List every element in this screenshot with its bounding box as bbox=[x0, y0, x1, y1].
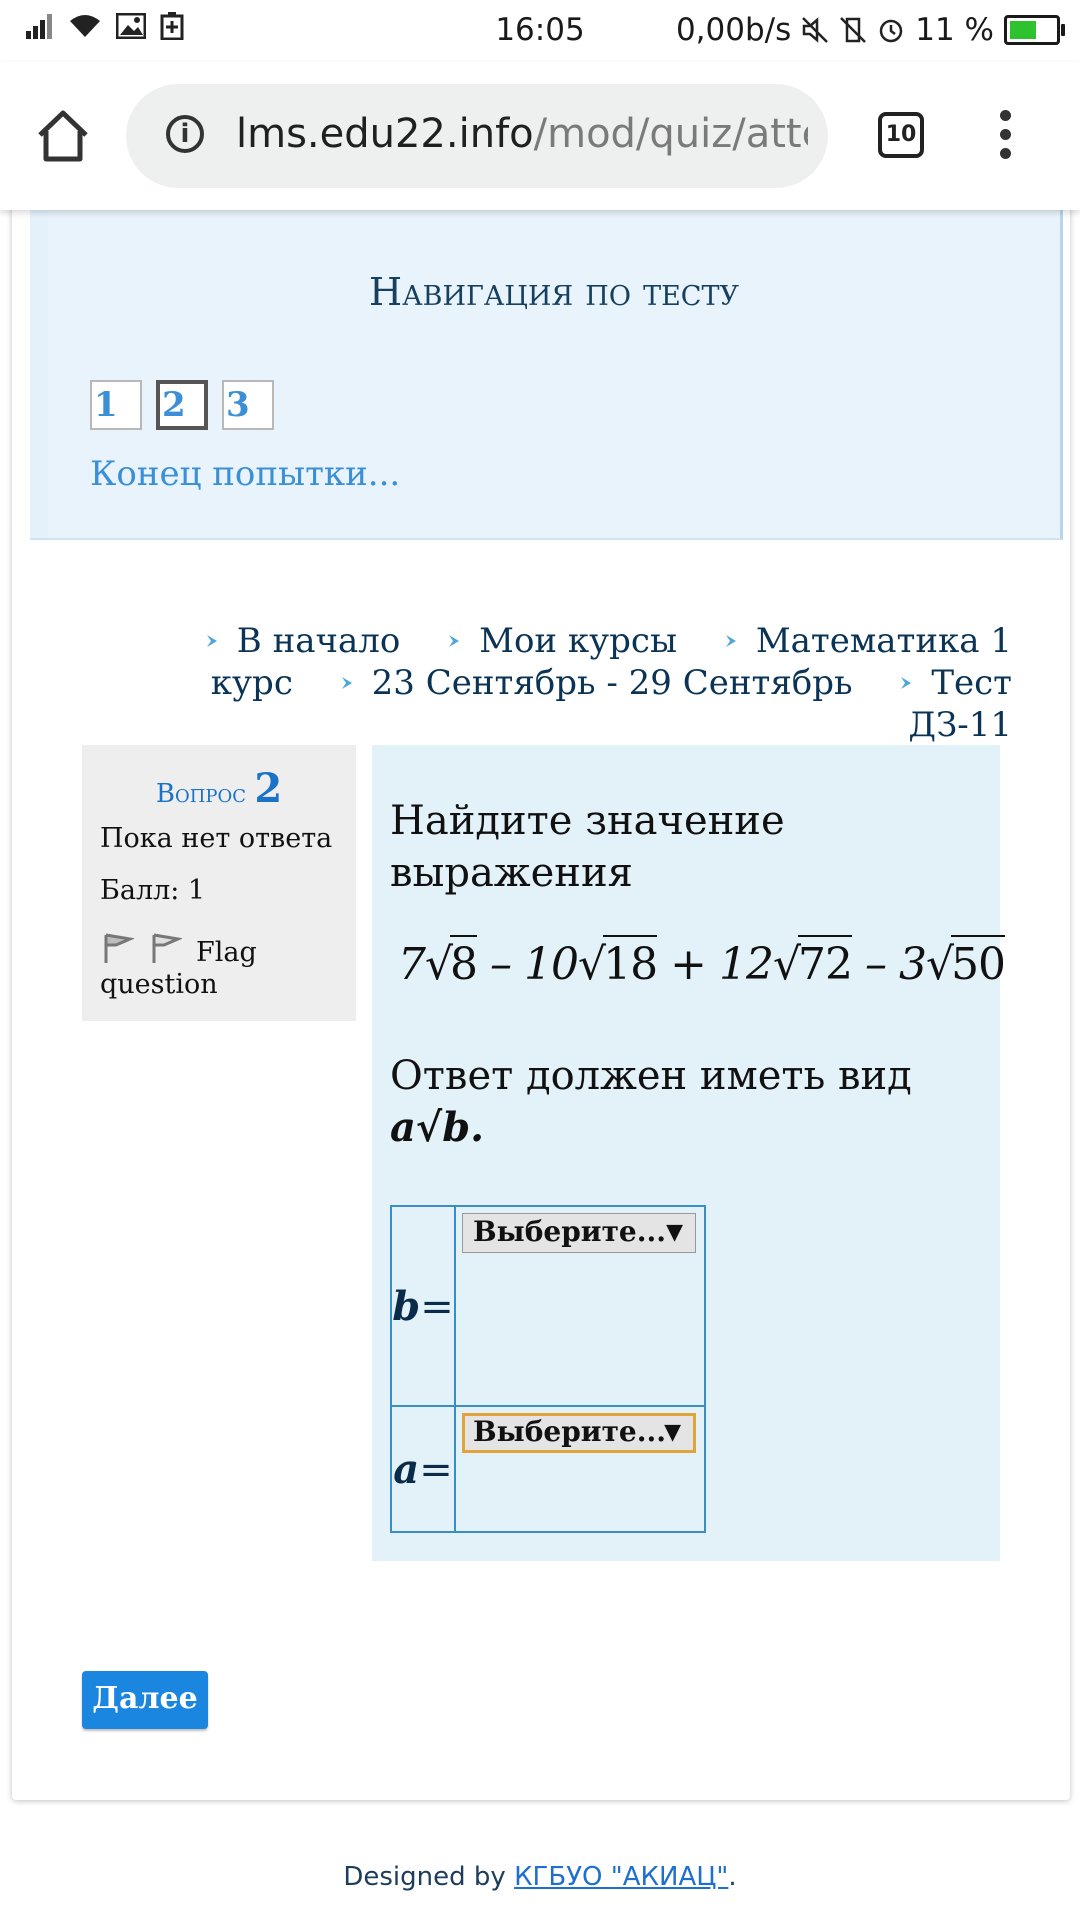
answer-format-hint: Ответ должен иметь вид a√b. bbox=[390, 1050, 990, 1154]
url-text[interactable]: lms.edu22.info/mod/quiz/atte bbox=[236, 111, 808, 157]
answer-label-a: a= bbox=[390, 1405, 456, 1533]
answer-var-a: a bbox=[393, 1445, 420, 1493]
network-speed: 0,00b/s bbox=[675, 12, 792, 48]
quiz-navigation-block: Навигация по тесту 1 2 3 Конец попытки..… bbox=[30, 210, 1063, 540]
answer-eq-b: = bbox=[420, 1283, 454, 1330]
dropdown-arrow-icon: ▼ bbox=[666, 1219, 683, 1245]
question-grade: Балл: 1 bbox=[100, 875, 206, 906]
quiz-nav-question-1[interactable]: 1 bbox=[90, 380, 142, 430]
status-bar: 16:05 0,00b/s 11 % bbox=[0, 0, 1080, 62]
formula-coef-1: 7 bbox=[398, 939, 426, 990]
answer-select-b-value: Выберите... bbox=[473, 1215, 666, 1248]
dropdown-arrow-icon: ▼ bbox=[664, 1419, 681, 1445]
question-number: Вопрос 2 bbox=[82, 765, 356, 812]
answer-cell-a: Выберите... ▼ bbox=[454, 1405, 706, 1533]
breadcrumb-arrow-icon bbox=[901, 677, 912, 689]
info-icon[interactable]: i bbox=[166, 115, 204, 153]
formula-radicand-1: 8 bbox=[450, 935, 478, 990]
address-bar[interactable]: i lms.edu22.info/mod/quiz/atte bbox=[126, 84, 828, 188]
page-card: Навигация по тесту 1 2 3 Конец попытки..… bbox=[12, 180, 1070, 1800]
question-label: Вопрос bbox=[155, 779, 247, 809]
alarm-icon bbox=[879, 19, 903, 43]
formula-radicand-4: 50 bbox=[951, 935, 1006, 990]
flag-outline-icon bbox=[152, 933, 182, 963]
breadcrumb-item-test[interactable]: Тест ДЗ-11 bbox=[908, 663, 1012, 745]
breadcrumb-arrow-icon bbox=[449, 635, 460, 647]
breadcrumb-item-home[interactable]: В начало bbox=[237, 621, 401, 661]
battery-percent: 11 % bbox=[915, 12, 994, 48]
vibrate-off-icon bbox=[840, 17, 867, 43]
question-text: Найдите значение выражения bbox=[390, 798, 785, 896]
answer-format-prefix: Ответ должен иметь вид bbox=[390, 1053, 912, 1099]
answer-select-a-value: Выберите... bbox=[473, 1415, 666, 1448]
finish-attempt-link[interactable]: Конец попытки... bbox=[90, 454, 400, 494]
question-state: Пока нет ответа bbox=[100, 823, 333, 854]
answer-format-form: a√b. bbox=[390, 1104, 485, 1151]
answer-eq-a: = bbox=[419, 1446, 453, 1493]
answer-cell-b: Выберите... ▼ bbox=[454, 1205, 706, 1407]
answer-label-b: b= bbox=[390, 1205, 456, 1407]
battery-icon bbox=[1004, 15, 1065, 45]
battery-fill bbox=[1010, 21, 1037, 39]
tab-switcher-button[interactable]: 10 bbox=[878, 112, 924, 158]
breadcrumb-arrow-icon bbox=[206, 635, 217, 647]
more-menu-icon[interactable] bbox=[990, 110, 1020, 164]
flag-question-toggle[interactable]: Flag question bbox=[100, 931, 340, 1001]
status-right-icons: 0,00b/s 11 % bbox=[675, 12, 1065, 48]
question-content: Найдите значение выражения 7√8 – 10√18 +… bbox=[372, 745, 1006, 1561]
formula-coef-2: 10 bbox=[524, 939, 579, 990]
browser-toolbar: i lms.edu22.info/mod/quiz/atte 10 bbox=[0, 62, 1080, 210]
quiz-navigation-title: Навигация по тесту bbox=[369, 270, 739, 314]
formula-op-3: – bbox=[865, 939, 887, 990]
question-number-value: 2 bbox=[254, 765, 283, 812]
answer-var-b: b bbox=[392, 1282, 421, 1330]
breadcrumb-item-week[interactable]: 23 Сентябрь - 29 Сентябрь bbox=[372, 663, 853, 703]
url-host: lms.edu22.info bbox=[236, 111, 534, 157]
url-path: /mod/quiz/atte bbox=[533, 111, 808, 157]
breadcrumb: В начало Мои курсы Математика 1 курс 23 … bbox=[112, 620, 1012, 746]
answer-row-b: b= Выберите... ▼ bbox=[390, 1205, 706, 1407]
next-button[interactable]: Далее bbox=[82, 1671, 208, 1729]
answer-table: b= Выберите... ▼ a= Выберите... ▼ bbox=[390, 1205, 706, 1533]
formula-radicand-2: 18 bbox=[603, 935, 658, 990]
answer-select-a[interactable]: Выберите... ▼ bbox=[462, 1413, 696, 1453]
answer-row-a: a= Выберите... ▼ bbox=[390, 1405, 706, 1533]
quiz-nav-question-3[interactable]: 3 bbox=[222, 380, 274, 430]
quiz-navigation-inner: Навигация по тесту 1 2 3 Конец попытки..… bbox=[48, 210, 1060, 538]
breadcrumb-item-my-courses[interactable]: Мои курсы bbox=[479, 621, 677, 661]
breadcrumb-arrow-icon bbox=[341, 677, 352, 689]
formula-coef-3: 12 bbox=[718, 939, 774, 990]
mute-icon bbox=[802, 17, 829, 43]
formula-op-1: – bbox=[490, 939, 512, 990]
formula-radicand-3: 72 bbox=[798, 935, 853, 990]
answer-select-b[interactable]: Выберите... ▼ bbox=[462, 1213, 696, 1253]
home-icon[interactable] bbox=[34, 107, 92, 165]
footer-prefix: Designed by bbox=[343, 1862, 515, 1892]
formula-op-2: + bbox=[670, 939, 707, 990]
footer: Designed by КГБУО "АКИАЦ". bbox=[0, 1862, 1080, 1892]
formula-coef-4: 3 bbox=[899, 939, 927, 990]
breadcrumb-arrow-icon bbox=[725, 635, 736, 647]
footer-suffix: . bbox=[728, 1862, 737, 1892]
question-info-panel: Вопрос 2 Пока нет ответа Балл: 1 Flag qu… bbox=[82, 745, 356, 1021]
footer-link[interactable]: КГБУО "АКИАЦ" bbox=[514, 1862, 728, 1892]
quiz-nav-question-2-current[interactable]: 2 bbox=[156, 380, 208, 430]
flag-icon[interactable] bbox=[100, 931, 134, 965]
question-formula: 7√8 – 10√18 + 12√72 – 3√50 bbox=[398, 935, 1006, 990]
